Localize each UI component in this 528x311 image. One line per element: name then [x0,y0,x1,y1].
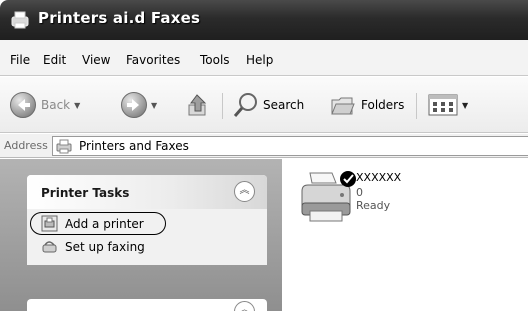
printer-tasks-header[interactable]: Printer Tasks ︽ [27,175,267,209]
up-folder-icon [188,94,207,116]
address-field[interactable]: Printers and Faxes [52,136,528,156]
task-pane: Printer Tasks ︽ Add a printer Set up fax… [0,159,282,311]
window-title: Printers ai.d Faxes [38,9,201,27]
views-icon [428,94,458,116]
folders-label: Folders [361,98,405,112]
toolbar: Back ▼ ▼ Search Folders ▼ [0,77,528,133]
printers-folder-icon [56,139,72,154]
folders-icon [331,97,355,115]
search-button[interactable]: Search [232,89,304,121]
fax-icon [42,241,57,253]
collapse-chevron-icon[interactable]: ︽ [234,301,255,311]
printer-tasks-title: Printer Tasks [41,186,130,200]
menu-bar: File Edit View Favorites Tools Help [0,40,528,76]
toolbar-separator [416,93,417,119]
menu-edit[interactable]: Edit [43,53,66,67]
up-button[interactable] [185,89,213,121]
printer-tasks-panel: Printer Tasks ︽ Add a printer Set up fax… [27,175,267,265]
title-bar[interactable]: Printers ai.d Faxes [0,0,528,40]
setup-faxing-link[interactable]: Set up faxing [41,238,145,255]
menu-favorites[interactable]: Favorites [126,53,180,67]
forward-dropdown-icon[interactable]: ▼ [151,101,157,110]
add-printer-link[interactable]: Add a printer [41,215,144,232]
add-printer-label: Add a printer [65,216,144,231]
search-icon [233,93,257,117]
search-label: Search [263,98,305,112]
menu-help[interactable]: Help [246,53,273,67]
second-task-panel: ︽ [27,299,267,311]
back-label: Back [41,98,71,112]
address-value: Printers and Faxes [79,139,189,153]
back-button[interactable]: Back ▼ [10,89,80,121]
forward-button[interactable]: ▼ [121,89,157,121]
views-dropdown-icon[interactable]: ▼ [462,101,468,110]
menu-tools[interactable]: Tools [200,53,230,67]
address-label: Address [4,139,48,152]
back-dropdown-icon[interactable]: ▼ [74,101,80,110]
forward-arrow-icon [121,92,147,118]
menu-view[interactable]: View [82,53,110,67]
printer-status: Ready [356,199,391,212]
printers-folder-icon [11,11,29,29]
menu-file[interactable]: File [10,53,30,67]
printer-jobs: 0 [356,186,363,199]
folders-button[interactable]: Folders [330,89,404,121]
setup-faxing-label: Set up faxing [65,239,145,254]
collapse-chevron-icon[interactable]: ︽ [234,181,255,202]
address-bar: Address Printers and Faxes [0,134,528,158]
toolbar-separator [222,93,223,119]
printers-view: XXXXXX 0 Ready [282,159,528,311]
back-arrow-icon [10,92,36,118]
printer-tasks-body: Add a printer Set up faxing [27,209,267,265]
add-printer-icon [41,215,58,232]
printer-name: XXXXXX [356,171,402,184]
views-button[interactable]: ▼ [428,89,468,121]
